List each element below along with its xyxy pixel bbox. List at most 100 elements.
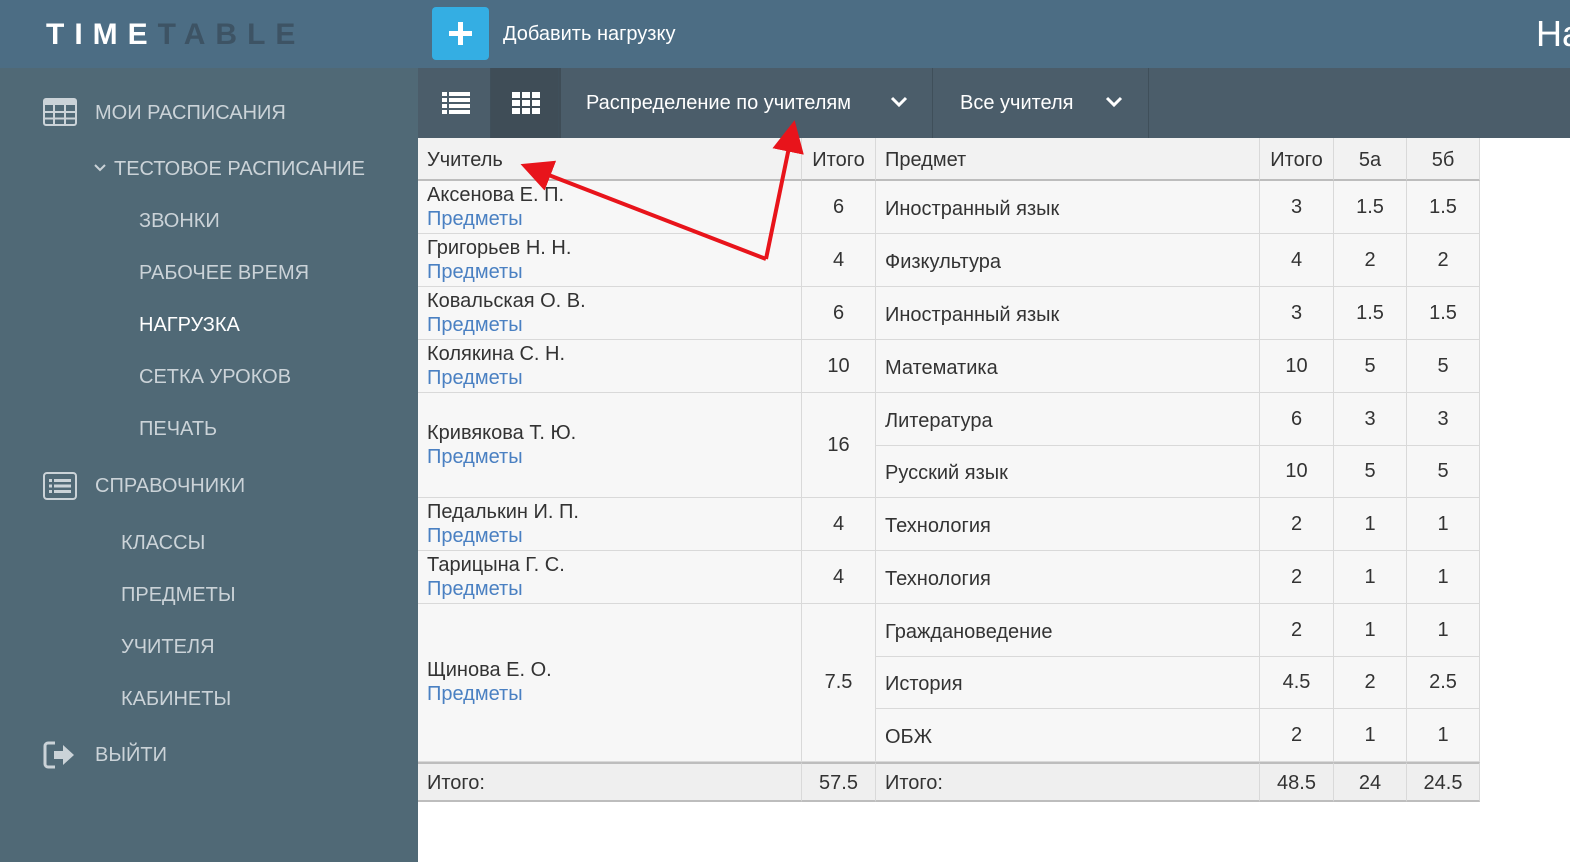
footer-subjects-total: 48.5: [1277, 772, 1316, 794]
class-5a-cell[interactable]: 1: [1334, 498, 1407, 551]
subject-total-cell[interactable]: 3: [1260, 181, 1334, 234]
grid-view-button[interactable]: [491, 68, 561, 138]
teacher-total-value: 6: [832, 301, 845, 324]
subject-total-value: 2: [1290, 618, 1303, 641]
column-header-class-5a[interactable]: 5а: [1334, 138, 1407, 181]
teacher-cell: Аксенова Е. П. Предметы: [418, 181, 802, 234]
class-5b-value: 1: [1437, 723, 1449, 746]
sidebar-item-lesson-grid[interactable]: СЕТКА УРОКОВ: [139, 365, 291, 389]
sidebar-item-teachers[interactable]: УЧИТЕЛЯ: [121, 635, 215, 659]
column-header-teacher-total[interactable]: Итого: [802, 138, 876, 181]
sidebar-item-test-schedule[interactable]: ТЕСТОВОЕ РАСПИСАНИЕ: [114, 157, 365, 181]
subject-cell: История: [876, 657, 1260, 709]
subject-total-cell[interactable]: 2: [1260, 709, 1334, 762]
subject-total-cell[interactable]: 2: [1260, 551, 1334, 604]
class-5b-cell[interactable]: 1.5: [1407, 287, 1480, 340]
class-5b-cell[interactable]: 1: [1407, 551, 1480, 604]
subject-total-value: 4.5: [1282, 671, 1311, 693]
class-5a-cell[interactable]: 1.5: [1334, 287, 1407, 340]
class-5b-cell[interactable]: 3: [1407, 393, 1480, 446]
column-header-subject[interactable]: Предмет: [876, 138, 1260, 181]
class-5b-cell[interactable]: 2: [1407, 234, 1480, 287]
class-5a-cell[interactable]: 5: [1334, 340, 1407, 393]
class-5b-cell[interactable]: 5: [1407, 340, 1480, 393]
class-5b-cell[interactable]: 1: [1407, 604, 1480, 657]
subject-total-cell[interactable]: 4: [1260, 234, 1334, 287]
class-5a-cell[interactable]: 1: [1334, 709, 1407, 762]
teacher-total-cell: 7.5: [802, 604, 876, 762]
subject-total-cell[interactable]: 2: [1260, 604, 1334, 657]
subjects-link[interactable]: Предметы: [427, 577, 523, 601]
add-load-label[interactable]: Добавить нагрузку: [503, 22, 675, 46]
teacher-cell: Ковальская О. В. Предметы: [418, 287, 802, 340]
sidebar-item-logout[interactable]: ВЫЙТИ: [95, 743, 167, 767]
teacher-total-value: 7.5: [824, 671, 853, 693]
sidebar-item-references[interactable]: СПРАВОЧНИКИ: [95, 474, 245, 498]
subject-total-value: 2: [1290, 723, 1303, 746]
sidebar-item-subjects[interactable]: ПРЕДМЕТЫ: [121, 583, 236, 607]
subject-total-cell[interactable]: 3: [1260, 287, 1334, 340]
sidebar-item-classes[interactable]: КЛАССЫ: [121, 531, 205, 555]
subject-cell: Иностранный язык: [876, 287, 1260, 340]
subject-total-cell[interactable]: 10: [1260, 340, 1334, 393]
subjects-link[interactable]: Предметы: [427, 260, 523, 284]
sidebar-item-bells[interactable]: ЗВОНКИ: [139, 209, 220, 233]
teachers-dropdown[interactable]: Все учителя: [933, 68, 1148, 138]
subject-cell: Математика: [876, 340, 1260, 393]
class-5a-cell[interactable]: 2: [1334, 234, 1407, 287]
class-5a-cell[interactable]: 1: [1334, 604, 1407, 657]
sidebar-item-load[interactable]: НАГРУЗКА: [139, 313, 240, 337]
class-5a-value: 1.5: [1356, 301, 1384, 324]
column-header-subject-total[interactable]: Итого: [1260, 138, 1334, 181]
teacher-name: Колякина С. Н.: [427, 342, 566, 365]
class-5b-cell[interactable]: 1.5: [1407, 181, 1480, 234]
sidebar-item-working-time[interactable]: РАБОЧЕЕ ВРЕМЯ: [139, 261, 309, 285]
subject-total-cell[interactable]: 6: [1260, 393, 1334, 446]
subject-total-cell[interactable]: 10: [1260, 446, 1334, 498]
column-header-class-5b[interactable]: 5б: [1407, 138, 1480, 181]
logo-text-time: TIME: [46, 18, 158, 51]
sidebar-item-my-schedules[interactable]: МОИ РАСПИСАНИЯ: [95, 101, 286, 125]
class-5a-cell[interactable]: 1.5: [1334, 181, 1407, 234]
subjects-link[interactable]: Предметы: [427, 524, 523, 548]
subject-name: Технология: [885, 567, 991, 590]
class-5b-cell[interactable]: 5: [1407, 446, 1480, 498]
sidebar-item-print[interactable]: ПЕЧАТЬ: [139, 417, 217, 441]
footer-label: Итого:: [885, 772, 943, 794]
distribution-dropdown[interactable]: Распределение по учителям: [559, 68, 931, 138]
subject-name: История: [885, 673, 963, 695]
subject-name: Русский язык: [885, 462, 1008, 484]
footer-class-5b-total: 24.5: [1423, 772, 1463, 794]
class-5b-cell[interactable]: 2.5: [1407, 657, 1480, 709]
column-header-teacher[interactable]: Учитель: [418, 138, 802, 181]
add-load-button[interactable]: [432, 7, 489, 60]
subject-total-cell[interactable]: 4.5: [1260, 657, 1334, 709]
class-5a-cell[interactable]: 1: [1334, 551, 1407, 604]
sidebar-item-rooms[interactable]: КАБИНЕТЫ: [121, 687, 231, 711]
class-5b-cell[interactable]: 1: [1407, 498, 1480, 551]
class-5a-cell[interactable]: 2: [1334, 657, 1407, 709]
class-5a-cell[interactable]: 3: [1334, 393, 1407, 446]
class-5b-value: 1.5: [1429, 195, 1457, 218]
subject-total-value: 3: [1290, 301, 1303, 324]
teacher-name: Кривякова Т. Ю.: [427, 421, 577, 444]
teacher-cell: Григорьев Н. Н. Предметы: [418, 234, 802, 287]
subject-total-value: 4: [1290, 248, 1303, 271]
class-5a-cell[interactable]: 5: [1334, 446, 1407, 498]
subject-total-cell[interactable]: 2: [1260, 498, 1334, 551]
subjects-link[interactable]: Предметы: [427, 682, 523, 706]
footer-teachers-label-cell: Итого:: [418, 762, 802, 802]
app-logo[interactable]: TIMETABLE: [46, 15, 305, 55]
subjects-link[interactable]: Предметы: [427, 207, 523, 231]
footer-teachers-total-cell: 57.5: [802, 762, 876, 802]
chevron-down-small-icon[interactable]: [94, 163, 106, 173]
subjects-link[interactable]: Предметы: [427, 366, 523, 390]
subject-cell: Граждановедение: [876, 604, 1260, 657]
footer-class-5a-total: 24: [1358, 772, 1382, 794]
subject-name: Технология: [885, 514, 991, 537]
teacher-total-cell: 4: [802, 234, 876, 287]
class-5b-cell[interactable]: 1: [1407, 709, 1480, 762]
list-view-button[interactable]: [420, 68, 490, 138]
subjects-link[interactable]: Предметы: [427, 445, 523, 469]
subjects-link[interactable]: Предметы: [427, 313, 523, 337]
